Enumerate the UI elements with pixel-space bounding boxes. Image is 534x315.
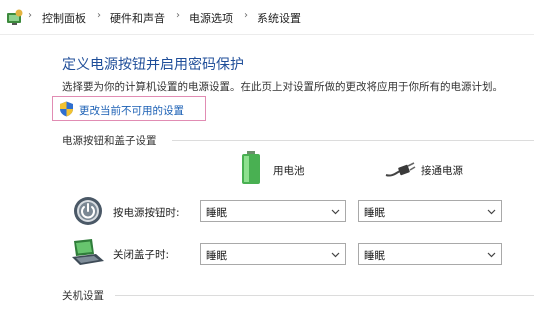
chevron-down-icon — [487, 209, 496, 215]
laptop-lid-icon — [72, 239, 104, 265]
select-value: 睡眠 — [206, 250, 227, 262]
shutdown-section-label: 关机设置 — [62, 290, 104, 302]
breadcrumb-separator: › — [28, 10, 32, 21]
power-lid-section-label: 电源按钮和盖子设置 — [62, 135, 157, 147]
section-divider — [172, 140, 534, 141]
lid-close-battery-select[interactable]: 睡眠 — [200, 243, 346, 265]
power-button-battery-select[interactable]: 睡眠 — [200, 200, 346, 222]
power-plug-icon — [385, 162, 416, 177]
change-unavailable-settings-link[interactable]: 更改当前不可用的设置 — [79, 103, 184, 118]
select-value: 睡眠 — [364, 250, 385, 262]
select-value: 睡眠 — [206, 207, 227, 219]
page-title: 定义电源按钮并启用密码保护 — [62, 57, 244, 73]
breadcrumb-separator: › — [97, 10, 101, 21]
chevron-down-icon — [331, 252, 340, 258]
chevron-down-icon — [487, 252, 496, 258]
chevron-down-icon — [331, 209, 340, 215]
breadcrumb-power-options[interactable]: 电源选项 — [189, 10, 233, 26]
power-button-icon — [74, 197, 102, 225]
power-button-plugged-select[interactable]: 睡眠 — [358, 200, 502, 222]
breadcrumb-separator: › — [176, 10, 180, 21]
section-divider — [115, 295, 534, 296]
breadcrumb-hardware-sound[interactable]: 硬件和声音 — [110, 10, 165, 26]
battery-column-header: 用电池 — [273, 165, 305, 177]
battery-icon — [242, 151, 260, 184]
page-description: 选择要为你的计算机设置的电源设置。在此页上对设置所做的更改将应用于你所有的电源计… — [62, 81, 503, 93]
breadcrumb-separator: › — [244, 10, 248, 21]
breadcrumb: › 控制面板 › 硬件和声音 › 电源选项 › 系统设置 — [0, 0, 534, 35]
lid-close-plugged-select[interactable]: 睡眠 — [358, 243, 502, 265]
power-button-row-label: 按电源按钮时: — [113, 207, 180, 219]
plugged-in-column-header: 接通电源 — [421, 165, 463, 177]
breadcrumb-control-panel[interactable]: 控制面板 — [42, 10, 86, 26]
select-value: 睡眠 — [364, 207, 385, 219]
control-panel-icon[interactable] — [6, 8, 24, 26]
lid-close-row-label: 关闭盖子时: — [113, 249, 170, 261]
uac-shield-icon — [60, 101, 73, 117]
breadcrumb-system-settings: 系统设置 — [257, 12, 301, 25]
